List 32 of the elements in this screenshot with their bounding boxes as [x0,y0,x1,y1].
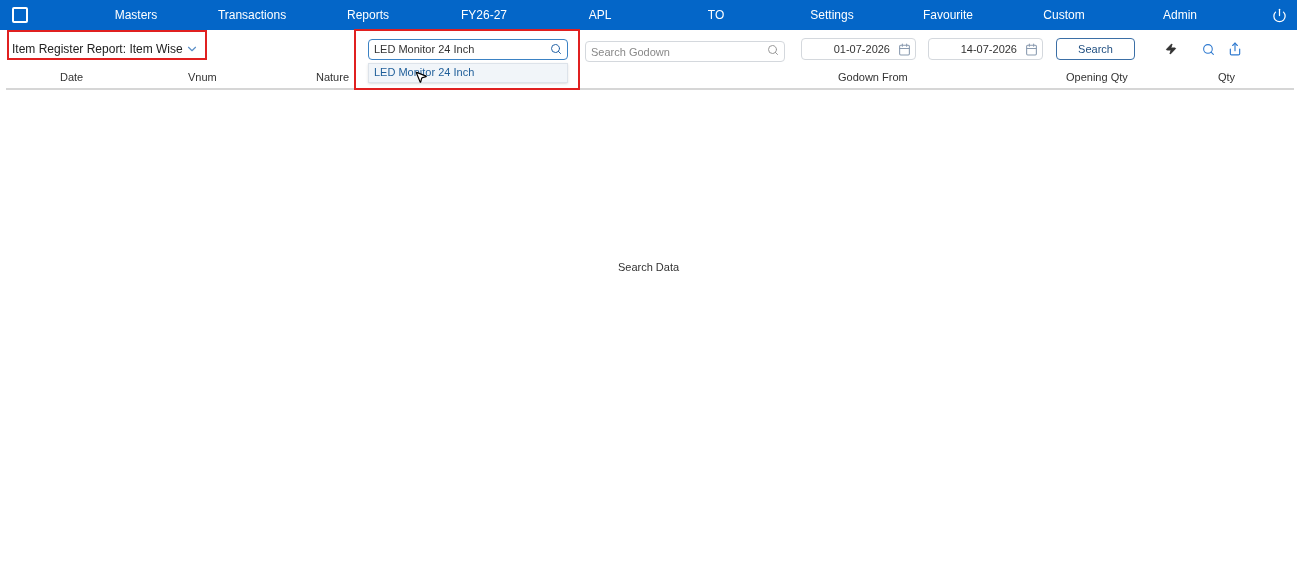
nav-link[interactable]: Reports [310,6,426,24]
column-header: Godown From [838,70,908,83]
export-icon[interactable] [1228,42,1242,56]
report-selector[interactable]: Item Register Report: Item Wise [12,40,357,58]
search-icon [550,43,562,55]
date-to-field[interactable]: 14-07-2026 [928,38,1043,60]
calendar-icon[interactable] [898,42,911,56]
column-header: Qty [1218,70,1236,83]
lightning-icon[interactable] [1165,43,1177,55]
search-button[interactable]: Search [1056,38,1135,60]
calendar-icon[interactable] [1025,42,1038,56]
nav-link[interactable]: APL [542,6,658,24]
nav-link[interactable]: Transactions [194,6,310,24]
search-icon [767,43,779,56]
nav-link[interactable]: Settings [774,6,890,24]
item-search-field[interactable]: LED Monitor 24 Inch [368,38,568,60]
search-icon[interactable] [1202,42,1215,56]
nav-link[interactable]: Masters [78,6,194,24]
power-icon[interactable] [1272,7,1287,23]
godown-search-field[interactable]: Search Godown [585,41,785,62]
nav-link[interactable]: Custom [1006,6,1122,24]
column-header: Opening Qty [1066,70,1128,83]
logo-icon[interactable] [12,7,28,23]
nav-link[interactable]: TO [658,6,774,24]
nav-link[interactable]: Admin [1122,6,1238,24]
nav-link[interactable]: Favourite [890,6,1006,24]
empty-message: Search Data [617,260,680,275]
column-header: Nature [316,70,350,83]
nav-link[interactable]: FY26-27 [426,6,542,24]
column-header: Vnum [188,70,217,83]
date-from-field[interactable]: 01-07-2026 [801,38,916,60]
column-header: Date [60,70,84,83]
